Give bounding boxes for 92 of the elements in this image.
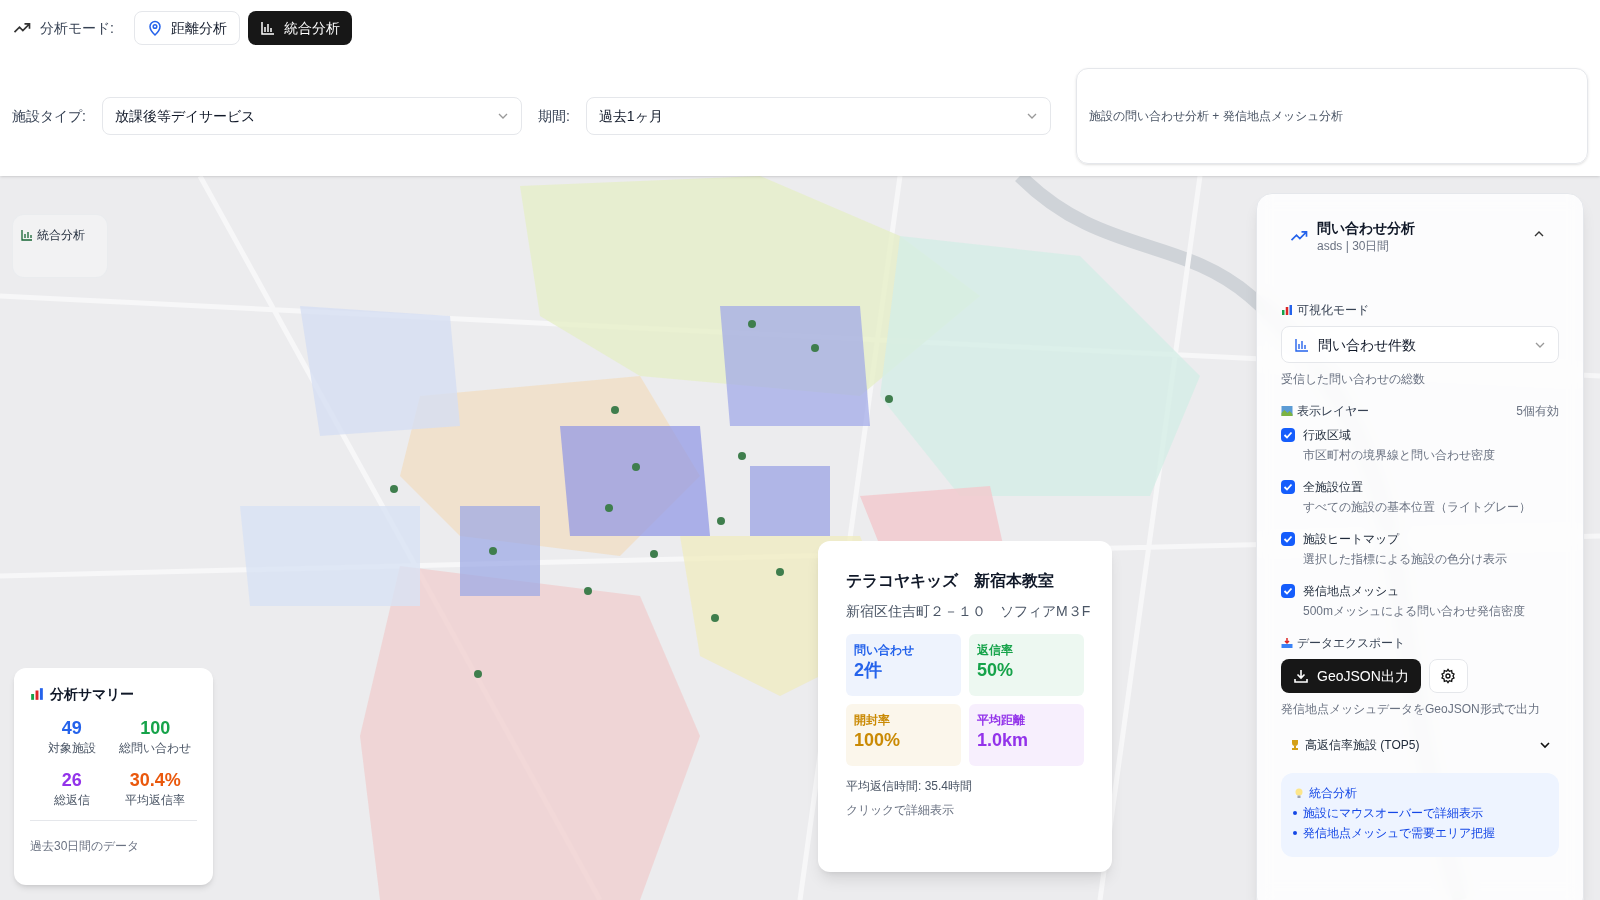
section-label: データエクスポート — [1297, 635, 1405, 651]
facility-marker[interactable] — [632, 463, 640, 471]
tip-text: 施設にマウスオーバーで詳細表示 — [1303, 805, 1483, 821]
check-icon — [1283, 482, 1293, 492]
facility-marker[interactable] — [611, 406, 619, 414]
facility-marker[interactable] — [776, 568, 784, 576]
facility-marker[interactable] — [390, 485, 398, 493]
check-icon — [1283, 586, 1293, 596]
layer-checkbox[interactable]: 施設ヒートマップ — [1281, 531, 1559, 547]
facility-marker[interactable] — [711, 614, 719, 622]
pin-icon — [146, 20, 163, 36]
layer-description: 500mメッシュによる問い合わせ発信密度 — [1302, 603, 1527, 619]
facility-marker[interactable] — [885, 395, 893, 403]
checkbox[interactable] — [1281, 532, 1295, 546]
facility-marker[interactable] — [474, 670, 482, 678]
top5-accordion[interactable]: 高返信率施設 (TOP5) — [1281, 737, 1559, 753]
filter-select[interactable]: 放課後等デイサービス — [101, 97, 522, 135]
layer-checkbox[interactable]: 発信地点メッシュ — [1281, 583, 1559, 599]
visualization-description: 受信した問い合わせの総数 — [1281, 371, 1426, 387]
stat-value: 26 — [61, 769, 82, 792]
map-icon — [1281, 405, 1293, 417]
metric-label: 返信率 — [977, 642, 1014, 658]
stat-value: 100 — [140, 717, 171, 740]
facility-marker[interactable] — [605, 504, 613, 512]
stat-label: 平均返信率 — [125, 792, 186, 808]
settings-icon — [1440, 668, 1457, 684]
summary-title: 分析サマリー — [50, 685, 134, 704]
checkbox[interactable] — [1281, 584, 1295, 598]
stat-value: 49 — [61, 717, 82, 740]
bar-chart-icon — [1294, 336, 1310, 353]
layer-checkbox[interactable]: 行政区域 — [1281, 427, 1559, 443]
bar-chart-icon — [1281, 304, 1293, 316]
facility-marker[interactable] — [811, 344, 819, 352]
metric-label: 問い合わせ — [854, 642, 915, 658]
check-icon — [1283, 534, 1293, 544]
tips-title: 統合分析 — [1309, 785, 1357, 801]
trophy-icon — [1289, 739, 1301, 751]
facility-marker[interactable] — [650, 550, 658, 558]
facility-name: テラコヤキッズ 新宿本教室 — [846, 571, 1055, 591]
description-text: 施設の問い合わせ分析 + 発信地点メッシュ分析 — [1089, 108, 1343, 124]
metric-value: 1.0km — [977, 729, 1030, 752]
settings-button[interactable] — [1428, 659, 1468, 693]
section-label: 可視化モード — [1297, 302, 1369, 318]
metric-label: 開封率 — [854, 712, 891, 728]
geojson-export-button[interactable]: GeoJSON出力 — [1281, 659, 1421, 693]
stat-label: 対象施設 — [47, 740, 96, 756]
check-icon — [1283, 430, 1293, 440]
facility-marker[interactable] — [738, 452, 746, 460]
panel-title: 問い合わせ分析 — [1317, 219, 1415, 238]
layer-count: 5個有効 — [1516, 403, 1559, 419]
bar-chart-icon — [259, 20, 276, 36]
facility-marker[interactable] — [717, 517, 725, 525]
layer-checkbox[interactable]: 全施設位置 — [1281, 479, 1559, 495]
panel-subtitle: asds | 30日間 — [1317, 238, 1391, 254]
chevron-down-icon — [1539, 739, 1551, 751]
mode-label: 分析モード: — [40, 19, 114, 38]
tip-text: 発信地点メッシュで需要エリア把握 — [1303, 825, 1495, 841]
layer-description: すべての施設の基本位置（ライトグレー） — [1302, 499, 1532, 515]
metric-label: 平均距離 — [977, 712, 1026, 728]
checkbox[interactable] — [1281, 480, 1295, 494]
checkbox[interactable] — [1281, 428, 1295, 442]
filter-label: 施設タイプ: — [12, 107, 86, 126]
filter-label: 期間: — [537, 107, 570, 126]
section-label: 表示レイヤー — [1297, 403, 1369, 419]
click-hint: クリックで詳細表示 — [846, 802, 955, 818]
facility-marker[interactable] — [489, 547, 497, 555]
bullet-icon — [1293, 811, 1297, 815]
average-reply-time: 平均返信時間: 35.4時間 — [846, 778, 974, 794]
visualization-select[interactable]: 問い合わせ件数 — [1281, 326, 1559, 363]
map-mode-label: 統合分析 — [37, 227, 85, 243]
mode-tab[interactable]: 統合分析 — [247, 11, 352, 45]
bar-chart-icon — [30, 687, 44, 701]
download-icon — [1293, 668, 1309, 684]
stat-label: 総返信 — [53, 792, 90, 808]
metric-value: 2件 — [854, 659, 883, 682]
layer-description: 市区町村の境界線と問い合わせ密度 — [1302, 447, 1496, 463]
stat-label: 総問い合わせ — [119, 740, 192, 756]
summary-footer: 過去30日間のデータ — [30, 839, 140, 853]
facility-address: 新宿区住吉町２－１０ ソフィアM３F — [846, 602, 1092, 621]
facility-marker[interactable] — [584, 587, 592, 595]
bullet-icon — [1293, 831, 1297, 835]
stat-value: 30.4% — [129, 769, 181, 792]
metric-value: 50% — [977, 659, 1015, 682]
tray-icon — [1281, 637, 1293, 649]
bar-chart-icon — [21, 229, 33, 241]
light-bulb-icon — [1293, 787, 1305, 799]
layer-description: 選択した指標による施設の色分け表示 — [1302, 551, 1508, 567]
facility-marker[interactable] — [748, 320, 756, 328]
metric-value: 100% — [854, 729, 902, 752]
mode-tab[interactable]: 距離分析 — [133, 11, 240, 45]
filter-select[interactable]: 過去1ヶ月 — [585, 97, 1051, 135]
export-description: 発信地点メッシュデータをGeoJSON形式で出力 — [1281, 701, 1541, 717]
